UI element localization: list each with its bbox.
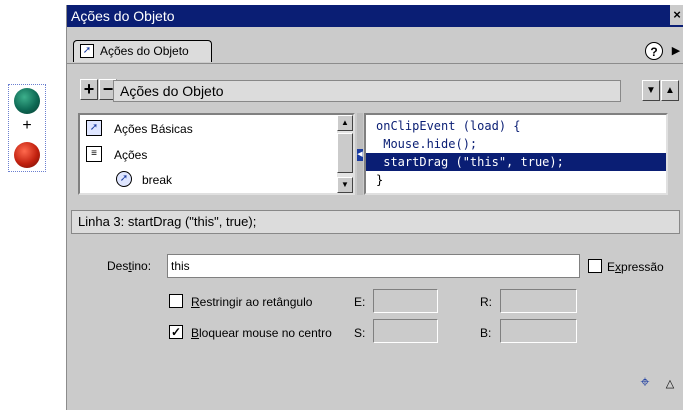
right-field-label: R:	[480, 295, 492, 309]
list-item-basic-actions[interactable]: ➚ Ações Básicas	[86, 117, 326, 141]
list-item-break[interactable]: ➚ break	[86, 168, 326, 192]
right-input[interactable]	[500, 289, 577, 313]
scroll-thumb[interactable]	[337, 133, 353, 173]
green-ball-graphic	[14, 88, 40, 114]
list-item-label: Ações Básicas	[114, 122, 193, 136]
close-icon[interactable]: ×	[670, 5, 683, 25]
move-down-button[interactable]: ▼	[642, 80, 660, 101]
panel-title: Ações do Objeto	[71, 8, 175, 24]
actions-arrow-icon: ➚	[80, 44, 94, 58]
insert-target-path-icon[interactable]: ⌖	[637, 375, 653, 391]
lock-center-label: Bloquear mouse no centro	[191, 326, 332, 340]
lock-center-checkbox[interactable]: ✓	[169, 325, 183, 339]
list-item-actions[interactable]: ≡ Ações	[86, 143, 326, 167]
top-field-label: S:	[354, 326, 366, 340]
collapse-left-icon[interactable]: ◀	[357, 149, 363, 161]
code-line[interactable]: onClipEvent (load) {	[366, 117, 666, 135]
toolbar-title: Ações do Objeto	[113, 80, 621, 102]
book-arrow-icon: ➚	[86, 120, 102, 136]
actions-list-scrollbar[interactable]: ▲ ▼	[337, 115, 353, 193]
tab-strip: ➚ Ações do Objeto ? ▶	[67, 27, 683, 64]
list-item-label: Ações	[114, 148, 148, 162]
target-input[interactable]: this	[167, 254, 580, 278]
expression-label: Expressão	[607, 260, 664, 274]
script-editor[interactable]: onClipEvent (load) { Mouse.hide(); start…	[364, 113, 668, 195]
book-icon: ≡	[86, 146, 102, 162]
constrain-rect-label: Restringir ao retângulo	[191, 295, 313, 309]
top-input[interactable]	[373, 319, 438, 343]
actions-toolbar: + − Ações do Objeto ▼ ▲	[67, 67, 683, 105]
code-line[interactable]: }	[366, 171, 666, 189]
movie-clip-symbol[interactable]: +	[8, 84, 46, 172]
panel-titlebar[interactable]: Ações do Objeto ×	[67, 5, 683, 27]
bottom-input[interactable]	[500, 319, 577, 343]
collapse-params-icon[interactable]: △	[663, 377, 677, 391]
constrain-rect-checkbox[interactable]	[169, 294, 183, 308]
scroll-up-icon[interactable]: ▲	[337, 115, 353, 131]
bottom-field-label: B:	[480, 326, 492, 340]
code-line[interactable]: Mouse.hide();	[366, 135, 666, 153]
selected-line-status: Linha 3: startDrag ("this", true);	[71, 210, 680, 234]
action-circle-icon: ➚	[116, 171, 132, 187]
tab-label: Ações do Objeto	[100, 44, 189, 58]
scroll-down-icon[interactable]: ▼	[337, 177, 353, 193]
red-ball-graphic	[14, 142, 40, 168]
object-actions-panel: Ações do Objeto × ➚ Ações do Objeto ? ▶ …	[66, 5, 683, 410]
panel-menu-arrow-icon[interactable]: ▶	[670, 42, 682, 60]
expression-checkbox[interactable]	[588, 259, 602, 273]
tab-object-actions[interactable]: ➚ Ações do Objeto	[73, 40, 212, 62]
registration-point-icon: +	[22, 117, 32, 134]
add-action-button[interactable]: +	[80, 79, 98, 100]
pane-splitter[interactable]: ◀	[357, 113, 363, 195]
target-label: Destino:	[107, 259, 152, 273]
left-input[interactable]	[373, 289, 438, 313]
move-up-button[interactable]: ▲	[661, 80, 679, 101]
help-button[interactable]: ?	[645, 42, 663, 60]
actions-toolbox-list: ➚ Ações Básicas ≡ Ações ➚ break ▲ ▼	[78, 113, 355, 195]
list-item-label: break	[142, 173, 173, 187]
left-field-label: E:	[354, 295, 366, 309]
code-line-selected[interactable]: startDrag ("this", true);	[366, 153, 666, 171]
